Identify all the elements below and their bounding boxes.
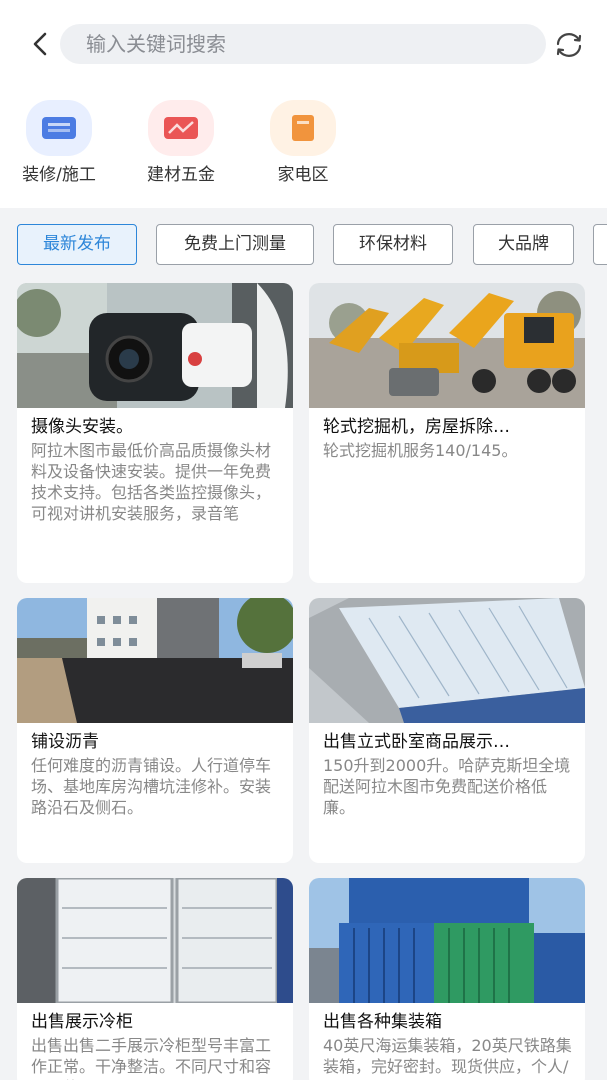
listing-description: 轮式挖掘机服务140/145。 — [323, 441, 518, 460]
listing-image-asphalt — [17, 598, 293, 723]
listing-title: 铺设沥青 — [31, 732, 99, 752]
filter-eco-materials[interactable]: 环保材料 — [333, 224, 453, 265]
listing-card[interactable]: 轮式挖掘机，房屋拆除… 轮式挖掘机服务140/145。 — [309, 283, 585, 583]
listing-description: 任何难度的沥青铺设。人行道停车场、基地库房沟槽坑洼修补。安装路沿石及侧石。 — [31, 756, 272, 817]
listing-card[interactable]: 出售各种集装箱 40英尺海运集装箱，20英尺铁路集装箱，完好密封。现货供应，个人… — [309, 878, 585, 1080]
listing-description: 40英尺海运集装箱，20英尺铁路集装箱，完好密封。现货供应，个人/公司 — [323, 1036, 572, 1080]
refresh-button[interactable] — [550, 26, 588, 64]
listing-title: 出售立式卧室商品展示… — [323, 732, 510, 752]
chevron-left-icon — [33, 32, 47, 56]
refresh-icon — [556, 33, 582, 57]
listing-title: 出售各种集装箱 — [323, 1012, 442, 1032]
filter-latest[interactable]: 最新发布 — [17, 224, 137, 265]
category-appliances[interactable]: 家电区 — [248, 100, 358, 190]
materials-icon — [148, 100, 214, 156]
filter-more[interactable] — [593, 224, 607, 265]
listing-image-excavator — [309, 283, 585, 408]
listing-image-freezer — [309, 598, 585, 723]
category-label: 建材五金 — [147, 165, 215, 185]
appliance-icon — [270, 100, 336, 156]
filter-big-brand[interactable]: 大品牌 — [473, 224, 574, 265]
header-area: 输入关键词搜索 装修/施工 建材五金 家电区 — [0, 0, 607, 208]
category-label: 装修/施工 — [22, 165, 96, 185]
listing-title: 轮式挖掘机，房屋拆除… — [323, 417, 510, 437]
listing-description: 出售出售二手展示冷柜型号丰富工作正常。干净整洁。不同尺寸和容量。价 — [31, 1036, 272, 1080]
category-renovation[interactable]: 装修/施工 — [4, 100, 114, 190]
category-row: 装修/施工 建材五金 家电区 — [0, 100, 607, 190]
listing-title: 摄像头安装。 — [31, 417, 133, 437]
listing-image-camera — [17, 283, 293, 408]
listing-image-containers — [309, 878, 585, 1003]
listing-card[interactable]: 铺设沥青 任何难度的沥青铺设。人行道停车场、基地库房沟槽坑洼修补。安装路沿石及侧… — [17, 598, 293, 863]
back-button[interactable] — [22, 26, 58, 62]
tools-icon — [26, 100, 92, 156]
listing-description: 阿拉木图市最低价高品质摄像头材料及设备快速安装。提供一年免费技术支持。包括各类监… — [31, 441, 272, 523]
search-bar: 输入关键词搜索 — [0, 20, 607, 68]
category-label: 家电区 — [277, 165, 329, 185]
category-building-materials[interactable]: 建材五金 — [126, 100, 236, 190]
filter-chips: 最新发布 免费上门测量 环保材料 大品牌 — [0, 224, 607, 268]
search-placeholder: 输入关键词搜索 — [86, 32, 226, 56]
listing-card[interactable]: 出售展示冷柜 出售出售二手展示冷柜型号丰富工作正常。干净整洁。不同尺寸和容量。价 — [17, 878, 293, 1080]
listing-description: 150升到2000升。哈萨克斯坦全境配送阿拉木图市免费配送价格低廉。 — [323, 756, 571, 817]
listing-image-display-fridge — [17, 878, 293, 1003]
listing-title: 出售展示冷柜 — [31, 1012, 133, 1032]
search-input[interactable]: 输入关键词搜索 — [60, 24, 546, 64]
listing-card[interactable]: 摄像头安装。 阿拉木图市最低价高品质摄像头材料及设备快速安装。提供一年免费技术支… — [17, 283, 293, 583]
filter-free-measure[interactable]: 免费上门测量 — [156, 224, 314, 265]
listing-card[interactable]: 出售立式卧室商品展示… 150升到2000升。哈萨克斯坦全境配送阿拉木图市免费配… — [309, 598, 585, 863]
